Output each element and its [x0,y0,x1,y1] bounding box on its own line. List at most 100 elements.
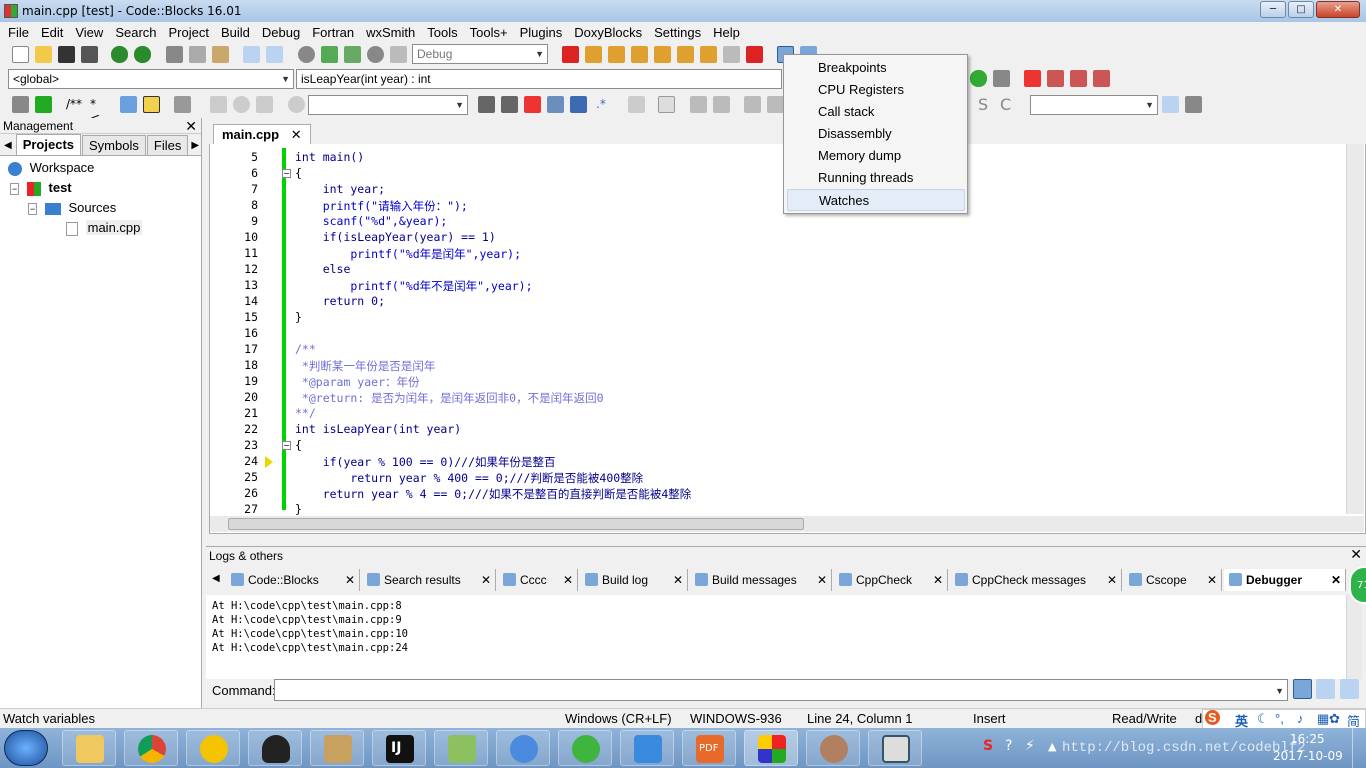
code-line[interactable]: { [295,166,302,180]
logtab-build-log[interactable]: Build log ✕ [580,569,688,591]
close-button[interactable]: ✕ [1316,1,1360,18]
help-icon[interactable] [143,96,160,113]
next-instruction-icon[interactable] [677,46,694,63]
menu-help[interactable]: Help [707,25,746,40]
menu-tools[interactable]: Tools [421,25,463,40]
tree-file-main[interactable]: main.cpp [0,218,201,238]
punct-icon[interactable]: °, [1275,711,1284,726]
doxywizard-icon[interactable] [12,96,29,113]
maximize-button[interactable]: □ [1288,1,1314,18]
code-line[interactable]: scanf("%d",&year); [295,214,448,228]
code-line[interactable]: int year; [295,182,385,196]
redo-icon[interactable] [134,46,151,63]
code-line[interactable]: if(isLeapYear(year) == 1) [295,230,496,244]
step-instruction-icon[interactable] [700,46,717,63]
taskbar-feige[interactable] [620,730,674,766]
tray-power-icon[interactable]: ⚡ [1025,738,1035,754]
taskbar-codeblocks[interactable] [744,730,798,766]
tools-wrench-icon[interactable] [1185,96,1202,113]
clock-time[interactable]: 16:25 [1290,732,1325,746]
editor-vscrollbar[interactable] [1346,144,1364,514]
taskbar-explorer[interactable] [62,730,116,766]
management-close-icon[interactable]: ✕ [185,118,197,134]
close-tab-icon[interactable]: ✕ [563,569,573,591]
menu-tools-plus[interactable]: Tools+ [464,25,514,40]
fold-marker-icon[interactable]: − [282,441,291,450]
taskbar-search[interactable] [496,730,550,766]
code-line[interactable]: { [295,438,302,452]
copy-icon[interactable] [189,46,206,63]
build-gear-icon[interactable] [298,46,315,63]
tab-files[interactable]: Files [146,135,189,155]
bookmark-next-icon[interactable] [1070,70,1087,87]
nav-back-icon[interactable] [210,96,227,113]
menu-doxyblocks[interactable]: DoxyBlocks [568,25,648,40]
menu-wxsmith[interactable]: wxSmith [360,25,421,40]
textctrl-icon[interactable] [744,96,761,113]
html-icon[interactable] [120,96,137,113]
run-icon[interactable] [321,46,338,63]
rebuild-icon[interactable] [367,46,384,63]
logtab-debugger[interactable]: Debugger ✕ [1224,569,1346,591]
tree-folder-sources[interactable]: − Sources [0,198,201,218]
tab-scroll-left-icon[interactable]: ◀ [4,140,12,151]
run-to-cursor-icon[interactable] [585,46,602,63]
search-prev-icon[interactable] [478,96,495,113]
hscroll-thumb[interactable] [228,518,804,530]
keyboard-icon[interactable]: ▦ [1317,711,1329,727]
tools-search-icon[interactable] [1162,96,1179,113]
show-desktop-button[interactable] [1352,728,1366,768]
code-line[interactable]: else [295,262,351,276]
find-icon[interactable] [243,46,260,63]
menu-item-memory-dump[interactable]: Memory dump [818,145,901,167]
close-tab-icon[interactable]: ✕ [1207,569,1217,591]
code-line[interactable]: printf("%d年不是闰年",year); [295,278,532,294]
menu-edit[interactable]: Edit [35,25,69,40]
s-icon[interactable]: S [978,95,988,114]
logtab-cppcheck-messages[interactable]: CppCheck messages ✕ [950,569,1122,591]
jump-back-icon[interactable] [970,70,987,87]
image-icon[interactable] [690,96,707,113]
prefs-icon[interactable] [174,96,191,113]
menu-item-disassembly[interactable]: Disassembly [818,123,892,145]
step-into-icon[interactable] [631,46,648,63]
code-line[interactable]: printf("%d年是闰年",year); [295,246,521,262]
collapse-icon[interactable]: − [10,182,20,195]
menu-build[interactable]: Build [215,25,256,40]
code-line[interactable]: /** [295,342,316,356]
save-icon[interactable] [58,46,75,63]
new-file-icon[interactable] [12,46,29,63]
menu-item-breakpoints[interactable]: Breakpoints [818,57,887,79]
menu-item-call-stack[interactable]: Call stack [818,101,874,123]
panel-icon[interactable] [658,96,675,113]
clear-log-icon[interactable] [1340,679,1359,699]
close-tab-icon[interactable]: ✕ [817,569,827,591]
nav-record-icon[interactable] [233,96,250,113]
code-line[interactable]: } [295,502,302,516]
close-tab-icon[interactable]: ✕ [291,127,302,142]
start-button[interactable] [4,730,48,766]
function-select[interactable]: isLeapYear(int year) : int [296,69,782,89]
close-tab-icon[interactable]: ✕ [1107,569,1117,591]
pause-icon[interactable] [723,46,740,63]
code-line[interactable]: printf("请输入年份："); [295,198,468,214]
logs-close-icon[interactable]: ✕ [1350,547,1362,563]
bookmark-toggle-icon[interactable] [1024,70,1041,87]
match-case-icon[interactable] [570,96,587,113]
taskbar-chrome[interactable] [124,730,178,766]
moon-icon[interactable]: ☾ [1257,711,1269,727]
nav-forward-icon[interactable] [256,96,273,113]
sogou-icon[interactable]: S [1205,710,1220,725]
tab-scroll-right-icon[interactable]: ▶ [191,140,199,151]
command-input[interactable]: ▼ [274,679,1288,701]
logtab-cccc[interactable]: Cccc ✕ [498,569,578,591]
paste-icon[interactable] [212,46,229,63]
debug-start-icon[interactable] [562,46,579,63]
taskbar-intellij[interactable]: IJ [372,730,426,766]
logtab-codeblocks[interactable]: Code::Blocks ✕ [226,569,360,591]
logtab-search-results[interactable]: Search results ✕ [362,569,496,591]
close-tab-icon[interactable]: ✕ [933,569,943,591]
skin-icon[interactable]: ✿ [1329,711,1340,727]
minimize-button[interactable]: ─ [1260,1,1286,18]
c-icon[interactable]: C [1000,95,1011,114]
